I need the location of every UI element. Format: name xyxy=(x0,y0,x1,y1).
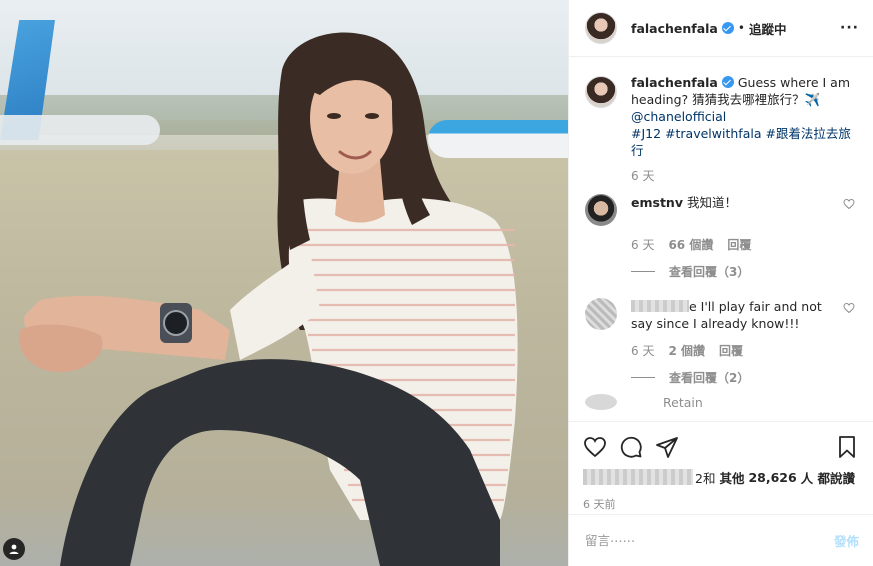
commenter-avatar[interactable] xyxy=(585,298,617,330)
comment-icon[interactable] xyxy=(619,435,643,459)
comment-body: 我知道！ xyxy=(686,195,737,210)
user-tag-icon[interactable] xyxy=(3,538,25,560)
likes-count[interactable]: 28,626 xyxy=(748,470,796,485)
comment-item: emstnv 我知道！ xyxy=(585,194,859,226)
commenter-avatar[interactable] xyxy=(585,194,617,226)
bookmark-icon[interactable] xyxy=(835,435,859,459)
post-comment-button[interactable]: 發佈 xyxy=(834,531,859,550)
heart-icon[interactable] xyxy=(583,435,607,459)
caption-time: 6 天 xyxy=(631,169,655,183)
comment-time: 6 天 xyxy=(631,238,655,252)
share-icon[interactable] xyxy=(655,435,679,459)
commenter-username[interactable]: emstnv xyxy=(631,195,683,210)
post-actions: 2和 其他 28,626 人 都說讚 6 天前 xyxy=(569,421,873,512)
reply-button[interactable]: 回覆 xyxy=(727,236,751,253)
author-username[interactable]: falachenfala xyxy=(631,21,718,36)
comment-text: e I'll play fair and not say since I alr… xyxy=(631,298,859,332)
following-button[interactable]: 追蹤中 xyxy=(749,19,787,38)
partial-comment-text: Retain xyxy=(663,395,703,410)
comment-meta: 6 天 2 個讚 回覆 xyxy=(631,342,859,359)
commenter-avatar[interactable] xyxy=(585,394,617,410)
comment-like-heart-icon[interactable] xyxy=(843,302,855,314)
caption-username[interactable]: falachenfala xyxy=(631,75,718,90)
comments-list[interactable]: falachenfala Guess where I am heading? 猜… xyxy=(569,58,873,418)
view-replies-label: 查看回覆（2） xyxy=(669,371,750,385)
more-options-icon[interactable]: ··· xyxy=(840,20,859,36)
redacted-likers xyxy=(583,469,693,485)
mention-link[interactable]: @chanelofficial xyxy=(631,109,726,124)
comment-likes[interactable]: 66 個讚 xyxy=(668,236,713,253)
woman-figure xyxy=(19,32,518,566)
comment-likes[interactable]: 2 個讚 xyxy=(668,342,705,359)
instagram-post: falachenfala • 追蹤中 ··· falachenfala Gues… xyxy=(0,0,873,566)
comment-meta: 6 天 66 個讚 回覆 xyxy=(631,236,859,253)
likes-others[interactable]: 其他 xyxy=(719,468,744,487)
view-replies-button[interactable]: 查看回覆（2） xyxy=(631,369,859,386)
comment-text: emstnv 我知道！ xyxy=(631,194,759,226)
redacted-username xyxy=(631,300,689,312)
action-icons xyxy=(583,432,859,462)
caption: falachenfala Guess where I am heading? 猜… xyxy=(585,74,859,159)
comment-item: e I'll play fair and not say since I alr… xyxy=(585,298,859,332)
view-replies-label: 查看回覆（3） xyxy=(669,265,750,279)
comment-like-heart-icon[interactable] xyxy=(843,198,855,210)
verified-badge-icon xyxy=(721,22,734,34)
likes-suffix: 2和 xyxy=(695,470,716,486)
reply-button[interactable]: 回覆 xyxy=(719,342,743,359)
post-sidebar: falachenfala • 追蹤中 ··· falachenfala Gues… xyxy=(568,0,873,566)
add-comment-bar: 發佈 xyxy=(569,514,873,566)
author-avatar[interactable] xyxy=(585,12,617,44)
replies-line xyxy=(631,271,655,272)
posted-time[interactable]: 6 天前 xyxy=(583,496,859,512)
comment-text: Retain xyxy=(663,394,725,411)
comment-input[interactable] xyxy=(585,533,834,548)
comment-time: 6 天 xyxy=(631,344,655,358)
caption-text: falachenfala Guess where I am heading? 猜… xyxy=(631,74,859,159)
caption-avatar[interactable] xyxy=(585,76,617,108)
verified-badge-icon xyxy=(721,76,734,88)
post-photo[interactable] xyxy=(0,0,568,566)
likes-tail: 人 都說讚 xyxy=(800,470,856,486)
view-replies-button[interactable]: 查看回覆（3） xyxy=(631,263,859,280)
likes-line: 2和 其他 28,626 人 都說讚 xyxy=(583,466,859,488)
separator-dot: • xyxy=(737,21,745,35)
comment-item-partial: Retain xyxy=(585,394,859,411)
hashtag-links[interactable]: #J12 #travelwithfala #跟着法拉去旅行 xyxy=(631,126,851,158)
post-header: falachenfala • 追蹤中 ··· xyxy=(569,0,873,57)
replies-line xyxy=(631,377,655,378)
